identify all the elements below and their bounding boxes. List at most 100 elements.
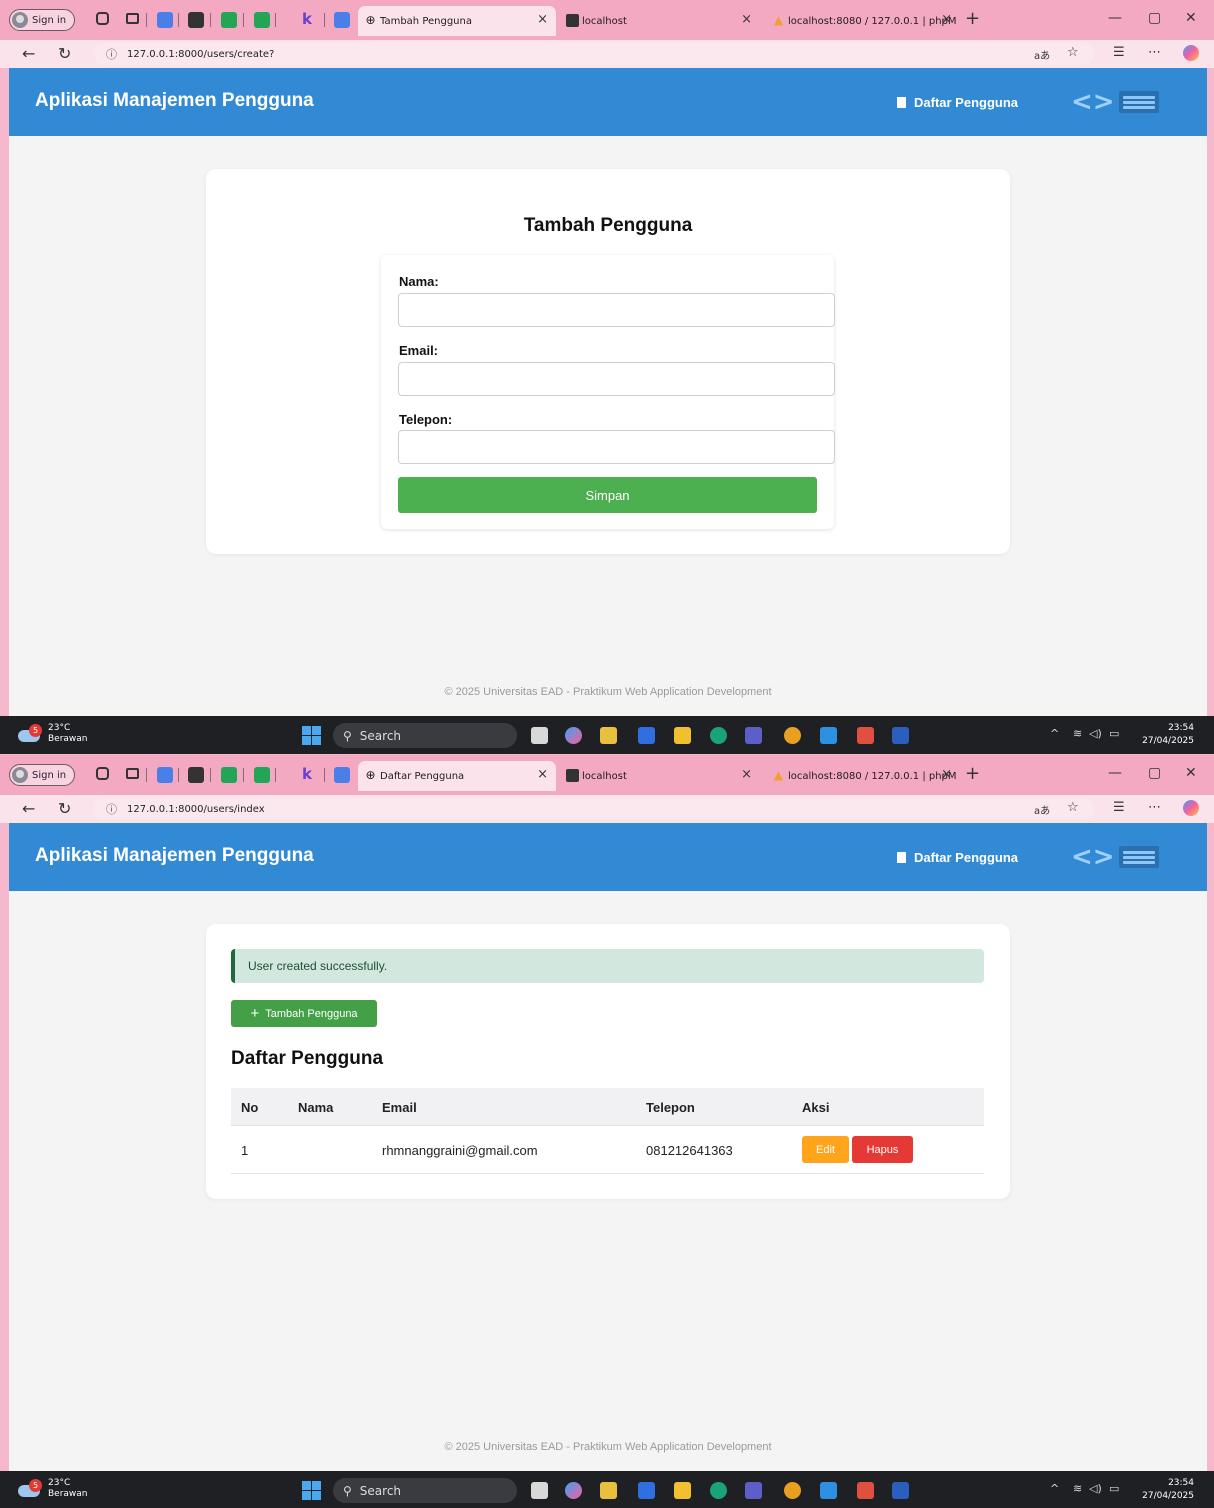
close-icon[interactable]: ×	[537, 12, 548, 27]
system-clock[interactable]: 23:54 27/04/2025	[1142, 722, 1194, 748]
wifi-icon[interactable]: ≋	[1073, 727, 1082, 740]
workspaces-icon[interactable]	[126, 13, 139, 24]
docs-tab-icon[interactable]	[157, 767, 173, 783]
simpan-button[interactable]: Simpan	[398, 477, 817, 513]
xampp-icon[interactable]	[857, 1482, 874, 1499]
close-icon[interactable]: ×	[741, 767, 752, 782]
restore-icon[interactable]: ▢	[1148, 765, 1161, 781]
xampp-icon[interactable]	[857, 727, 874, 744]
sheets-tab-icon[interactable]	[221, 767, 237, 783]
windows-logo-icon[interactable]	[302, 726, 321, 745]
close-window-icon[interactable]: ✕	[1185, 10, 1197, 26]
edge-browser-icon[interactable]	[710, 727, 727, 744]
edit-button[interactable]: Edit	[802, 1136, 849, 1163]
tray-chevron-icon[interactable]: ^	[1050, 727, 1059, 740]
k-tab-icon[interactable]: k	[302, 12, 312, 28]
copilot-icon[interactable]	[1183, 800, 1199, 816]
new-tab-plus-icon[interactable]: +	[965, 8, 980, 29]
favorites-icon[interactable]: ☰	[1113, 800, 1125, 815]
close-icon[interactable]: ×	[537, 767, 548, 782]
sheets-tab-icon-2[interactable]	[254, 12, 270, 28]
notion-tab-icon[interactable]	[188, 767, 204, 783]
more-icon[interactable]: ⋯	[1148, 45, 1161, 60]
copilot-taskbar-icon[interactable]	[565, 1482, 582, 1499]
more-icon[interactable]: ⋯	[1148, 800, 1161, 815]
star-icon[interactable]: ☆	[1067, 45, 1079, 60]
url-field[interactable]: ⓘ 127.0.0.1:8000/users/create?	[94, 43, 1094, 65]
vscode-icon[interactable]	[820, 727, 837, 744]
k-tab-icon[interactable]: k	[302, 767, 312, 783]
minimize-icon[interactable]: —	[1108, 10, 1122, 26]
phone-input[interactable]	[398, 430, 835, 464]
collections-icon[interactable]	[96, 12, 109, 25]
sheets-tab-icon-2[interactable]	[254, 767, 270, 783]
chrome-icon[interactable]	[784, 1482, 801, 1499]
wifi-icon[interactable]: ≋	[1073, 1482, 1082, 1495]
weather-widget[interactable]: 5 23°C Berawan	[18, 723, 88, 745]
file-explorer-icon[interactable]	[674, 727, 691, 744]
battery-icon[interactable]: ▭	[1109, 727, 1119, 740]
sheets-tab-icon[interactable]	[221, 12, 237, 28]
weather-widget[interactable]: 5 23°C Berawan	[18, 1478, 88, 1500]
tab-phpmyadmin[interactable]: ▲ localhost:8080 / 127.0.0.1 | phpM ×	[766, 6, 960, 36]
close-icon[interactable]: ×	[941, 12, 952, 27]
copilot-icon[interactable]	[1183, 45, 1199, 61]
read-aloud-icon[interactable]: aあ	[1034, 47, 1050, 62]
teams-icon[interactable]	[745, 1482, 762, 1499]
edge-browser-icon[interactable]	[710, 1482, 727, 1499]
favorites-icon[interactable]: ☰	[1113, 45, 1125, 60]
task-view-icon[interactable]	[531, 727, 548, 744]
tab-localhost[interactable]: localhost ×	[560, 6, 760, 36]
close-icon[interactable]: ×	[741, 12, 752, 27]
tab-tambah-pengguna[interactable]: ⊕ Tambah Pengguna ×	[358, 6, 556, 36]
new-tab-plus-icon[interactable]: +	[965, 763, 980, 784]
minimize-icon[interactable]: —	[1108, 765, 1122, 781]
tab-phpmyadmin[interactable]: ▲ localhost:8080 / 127.0.0.1 | phpM ×	[766, 761, 960, 791]
word-icon[interactable]	[892, 1482, 909, 1499]
windows-logo-icon[interactable]	[302, 1481, 321, 1500]
sign-in-button[interactable]: Sign in	[9, 9, 75, 31]
close-window-icon[interactable]: ✕	[1185, 765, 1197, 781]
email-input[interactable]	[398, 362, 835, 396]
calculator-icon[interactable]	[600, 1482, 617, 1499]
tab-localhost[interactable]: localhost ×	[560, 761, 760, 791]
back-arrow-icon[interactable]: ←	[22, 799, 35, 818]
restore-icon[interactable]: ▢	[1148, 10, 1161, 26]
volume-icon[interactable]: ◁)	[1089, 1482, 1102, 1495]
reload-icon[interactable]: ↻	[58, 44, 71, 63]
vscode-icon[interactable]	[820, 1482, 837, 1499]
word-icon[interactable]	[892, 727, 909, 744]
close-icon[interactable]: ×	[941, 767, 952, 782]
collections-icon[interactable]	[96, 767, 109, 780]
tray-chevron-icon[interactable]: ^	[1050, 1482, 1059, 1495]
task-view-icon[interactable]	[531, 1482, 548, 1499]
teams-icon[interactable]	[745, 727, 762, 744]
workspaces-icon[interactable]	[126, 768, 139, 779]
nav-link-daftar-pengguna[interactable]: Daftar Pengguna	[897, 850, 1018, 865]
dropbox-icon[interactable]	[638, 727, 655, 744]
file-explorer-icon[interactable]	[674, 1482, 691, 1499]
copilot-taskbar-icon[interactable]	[565, 727, 582, 744]
system-clock[interactable]: 23:54 27/04/2025	[1142, 1477, 1194, 1503]
url-field[interactable]: ⓘ 127.0.0.1:8000/users/index	[94, 798, 1094, 820]
star-icon[interactable]: ☆	[1067, 800, 1079, 815]
nav-link-daftar-pengguna[interactable]: Daftar Pengguna	[897, 95, 1018, 110]
tab-daftar-pengguna[interactable]: ⊕ Daftar Pengguna ×	[358, 761, 556, 791]
read-aloud-icon[interactable]: aあ	[1034, 802, 1050, 817]
volume-icon[interactable]: ◁)	[1089, 727, 1102, 740]
chrome-icon[interactable]	[784, 727, 801, 744]
calculator-icon[interactable]	[600, 727, 617, 744]
taskbar-search[interactable]: ⚲ Search	[333, 723, 517, 748]
name-input[interactable]	[398, 293, 835, 327]
reload-icon[interactable]: ↻	[58, 799, 71, 818]
battery-icon[interactable]: ▭	[1109, 1482, 1119, 1495]
docs-tab-icon[interactable]	[157, 12, 173, 28]
dropbox-icon[interactable]	[638, 1482, 655, 1499]
back-arrow-icon[interactable]: ←	[22, 44, 35, 63]
sign-in-button[interactable]: Sign in	[9, 764, 75, 786]
docs-tab-icon-2[interactable]	[334, 12, 350, 28]
tambah-pengguna-button[interactable]: + Tambah Pengguna	[231, 1000, 377, 1027]
notion-tab-icon[interactable]	[188, 12, 204, 28]
taskbar-search[interactable]: ⚲ Search	[333, 1478, 517, 1503]
hapus-button[interactable]: Hapus	[852, 1136, 913, 1163]
